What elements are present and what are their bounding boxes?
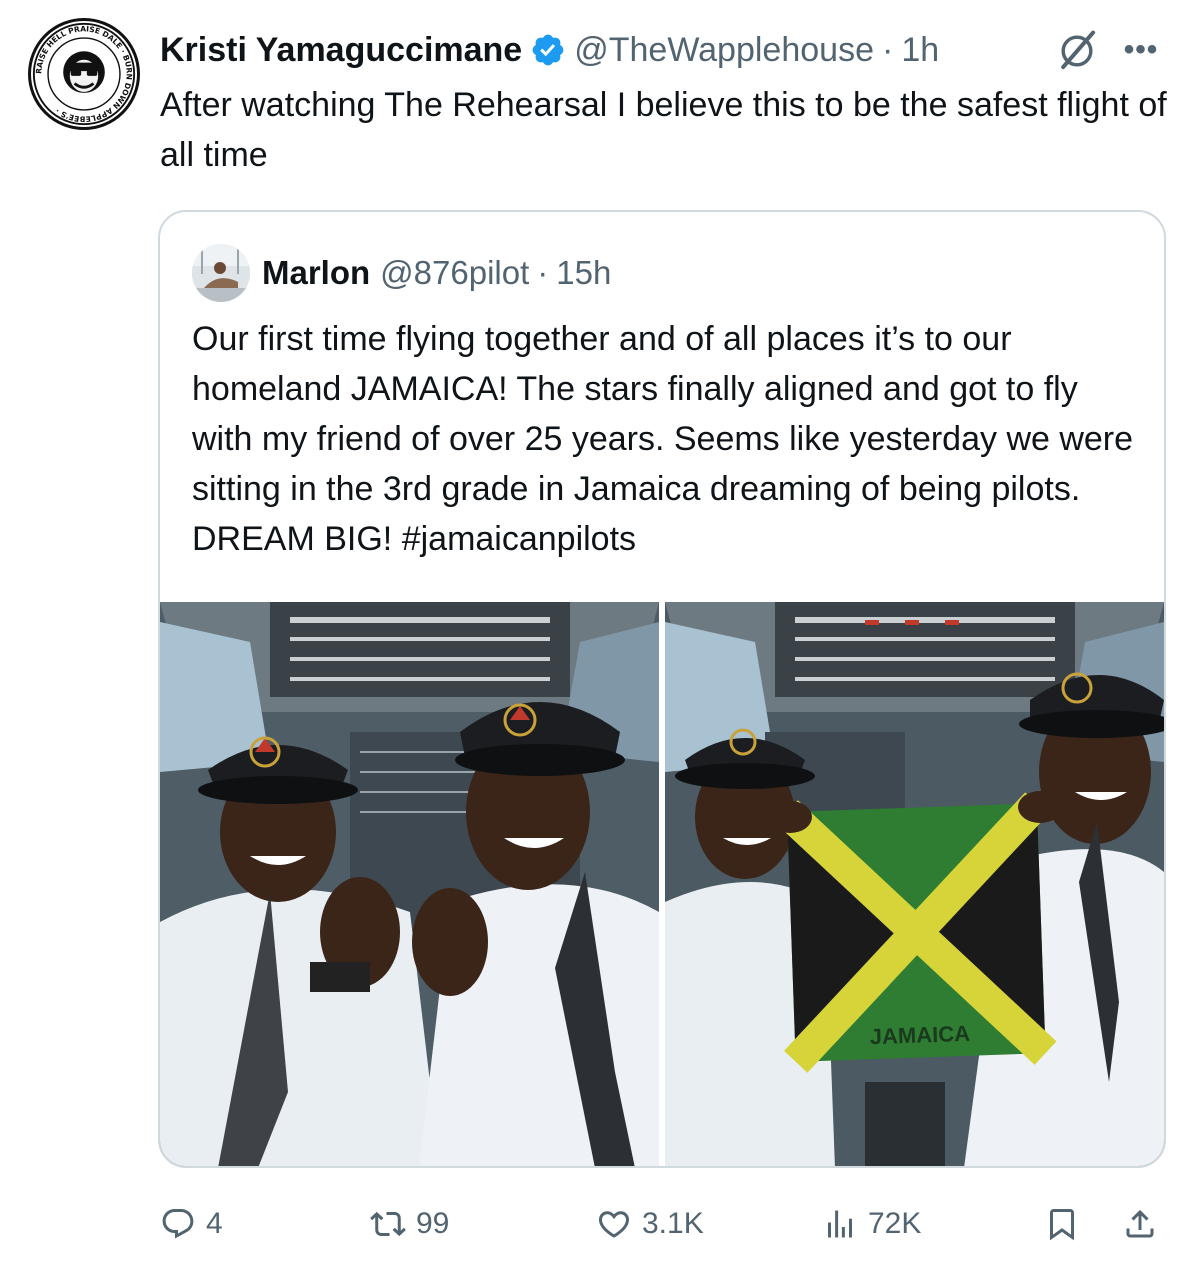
- reply-count: 4: [206, 1207, 223, 1240]
- like-count: 3.1K: [642, 1207, 704, 1240]
- quoted-tweet[interactable]: Marlon @876pilot · 15h Our first time fl…: [158, 210, 1166, 1168]
- author-handle[interactable]: @TheWapplehouse: [574, 31, 874, 70]
- action-bar: 4 99 3.1K 72K: [160, 1196, 1170, 1252]
- repost-icon: [370, 1211, 406, 1237]
- avatar-logo-image: RAISE HELL PRAISE DALE · BURN DOWN APPLE…: [32, 22, 136, 126]
- more-icon[interactable]: •••: [1116, 30, 1166, 70]
- grok-icon[interactable]: [1054, 28, 1100, 74]
- quote-timestamp[interactable]: 15h: [556, 254, 611, 292]
- quote-author-handle[interactable]: @876pilot: [380, 254, 529, 292]
- quote-avatar-image: [192, 244, 250, 302]
- views-count: 72K: [868, 1207, 922, 1240]
- verified-badge-icon: [532, 34, 564, 66]
- photo-pilots-jamaica-flag[interactable]: JAMAICA: [665, 602, 1164, 1166]
- tweet-timestamp[interactable]: 1h: [901, 31, 939, 70]
- quote-text: Our first time flying together and of al…: [192, 320, 1134, 558]
- reply-icon: [162, 1209, 194, 1239]
- views-button[interactable]: 72K: [822, 1196, 921, 1252]
- tweet-header: Kristi Yamaguccimane @TheWapplehouse · 1…: [160, 24, 939, 76]
- flag-text: JAMAICA: [869, 1021, 970, 1049]
- quote-separator-dot: ·: [537, 254, 549, 291]
- quote-header: Marlon @876pilot · 15h: [262, 250, 611, 296]
- repost-count: 99: [416, 1207, 450, 1240]
- photo-pilots-thumbs-up[interactable]: [160, 602, 659, 1166]
- quote-photos: JAMAICA: [160, 602, 1164, 1166]
- like-button[interactable]: 3.1K: [596, 1196, 704, 1252]
- bookmark-icon: [1050, 1209, 1074, 1241]
- author-name[interactable]: Kristi Yamaguccimane: [160, 31, 522, 70]
- share-button[interactable]: [1122, 1196, 1158, 1252]
- like-icon: [598, 1211, 630, 1238]
- repost-button[interactable]: 99: [370, 1196, 449, 1252]
- quote-author-name[interactable]: Marlon: [262, 254, 370, 292]
- bookmark-button[interactable]: [1044, 1196, 1080, 1252]
- tweet-card: RAISE HELL PRAISE DALE · BURN DOWN APPLE…: [0, 0, 1180, 1266]
- separator-dot: ·: [881, 30, 894, 69]
- share-icon: [1126, 1209, 1154, 1238]
- views-icon: [828, 1210, 852, 1238]
- tweet-text: After watching The Rehearsal I believe t…: [160, 86, 1167, 174]
- quote-author-avatar[interactable]: [192, 244, 250, 302]
- reply-button[interactable]: 4: [160, 1196, 223, 1252]
- author-avatar[interactable]: RAISE HELL PRAISE DALE · BURN DOWN APPLE…: [28, 18, 140, 130]
